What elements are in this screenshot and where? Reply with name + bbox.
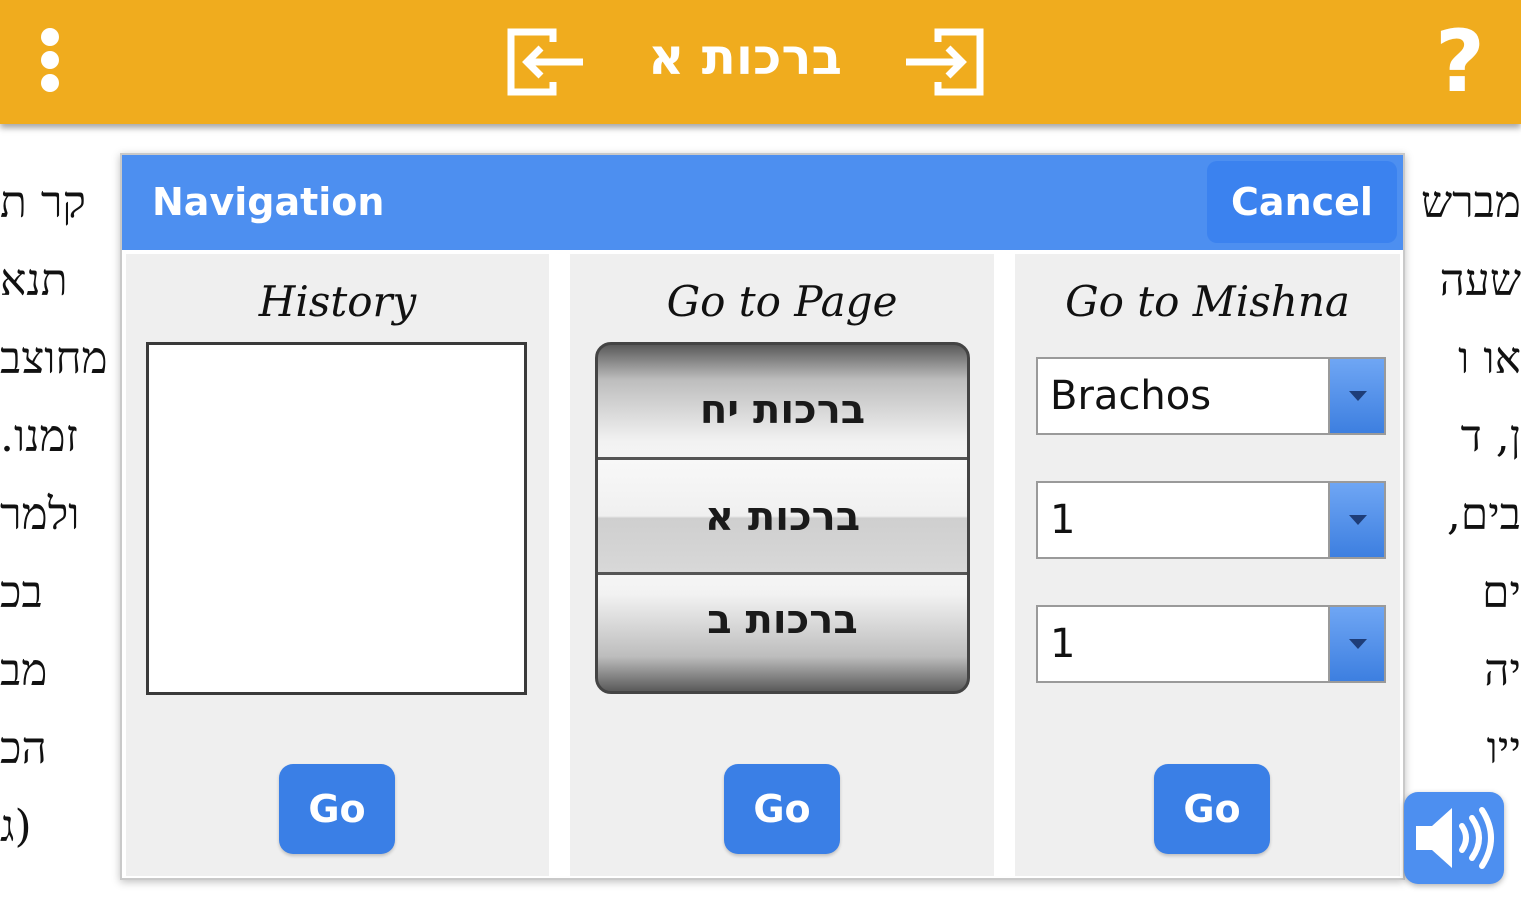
history-list[interactable] [146, 342, 527, 695]
page-text-line: בים, [1446, 489, 1521, 540]
menu-dot [41, 74, 59, 92]
navigation-dialog: Navigation Cancel History Go Go to Page … [120, 153, 1405, 880]
page-text-line: יה [1484, 645, 1521, 696]
page-text-left-column: קר ת תנא מחוצב זמנו. ולמר בכ מב הכ (ג [0, 164, 118, 866]
help-icon[interactable]: ? [1420, 14, 1500, 110]
tractate-select-value: Brachos [1050, 373, 1212, 419]
mishna-select-value: 1 [1050, 621, 1076, 667]
go-to-mishna-heading: Go to Mishna [1065, 277, 1350, 326]
speaker-svg [1416, 807, 1494, 869]
menu-dot [41, 28, 59, 46]
page-text-line: תנא [0, 255, 68, 306]
menu-dots-icon[interactable] [30, 24, 70, 96]
go-to-mishna-panel: Go to Mishna Brachos 1 1 Go [1015, 254, 1400, 876]
go-to-page-panel: Go to Page ברכות יח ברכות א ברכות ב Go [570, 254, 994, 876]
prev-page-svg [507, 28, 583, 96]
page-go-button[interactable]: Go [724, 764, 840, 854]
dialog-header: Navigation Cancel [122, 155, 1403, 250]
page-text-line: מברש [1420, 177, 1521, 228]
page-text-line: בכ [0, 567, 43, 618]
page-picker[interactable]: ברכות יח ברכות א ברכות ב [595, 342, 970, 694]
page-text-line: או ו [1458, 333, 1521, 384]
mishna-go-button[interactable]: Go [1154, 764, 1270, 854]
picker-item-prev[interactable]: ברכות יח [598, 375, 967, 445]
top-bar: ברכות א ? [0, 0, 1521, 124]
page-text-line: זמנו. [0, 411, 78, 462]
history-go-button[interactable]: Go [279, 764, 395, 854]
history-panel: History Go [126, 254, 549, 876]
go-to-page-heading: Go to Page [666, 277, 898, 326]
page-text-line: קר ת [0, 177, 86, 228]
cancel-button[interactable]: Cancel [1207, 161, 1397, 243]
tractate-select[interactable]: Brachos [1036, 357, 1386, 435]
dropdown-arrow-icon[interactable] [1328, 607, 1384, 681]
page-text-line: ייו [1486, 723, 1521, 774]
chapter-select[interactable]: 1 [1036, 481, 1386, 559]
picker-item-next[interactable]: ברכות ב [598, 585, 967, 655]
history-heading: History [258, 277, 417, 326]
speaker-icon[interactable] [1404, 792, 1504, 884]
picker-selection-band[interactable]: ברכות א [598, 457, 967, 575]
dialog-title: Navigation [152, 180, 385, 224]
page-text-line: שעה [1439, 255, 1521, 306]
prev-page-icon[interactable] [505, 26, 589, 98]
next-page-svg [906, 28, 984, 96]
next-page-icon[interactable] [902, 26, 986, 98]
chapter-select-value: 1 [1050, 497, 1076, 543]
page-text-line: הכ [0, 723, 47, 774]
page-text-line: ן, ד [1460, 411, 1521, 462]
menu-dot [41, 51, 59, 69]
picker-item-selected[interactable]: ברכות א [598, 482, 967, 552]
page-text-line: ים [1482, 567, 1521, 618]
dropdown-arrow-icon[interactable] [1328, 483, 1384, 557]
page-text-line: ולמר [0, 489, 80, 540]
page-text-line: מב [0, 645, 48, 696]
page-text-line: (ג [0, 801, 32, 852]
page-text-right-column: מברש שעה או ו ן, ד בים, ים יה ייו [1405, 164, 1521, 788]
page-text-line: מחוצב [0, 333, 108, 384]
page-title: ברכות א [647, 28, 843, 86]
mishna-select[interactable]: 1 [1036, 605, 1386, 683]
dropdown-arrow-icon[interactable] [1328, 359, 1384, 433]
